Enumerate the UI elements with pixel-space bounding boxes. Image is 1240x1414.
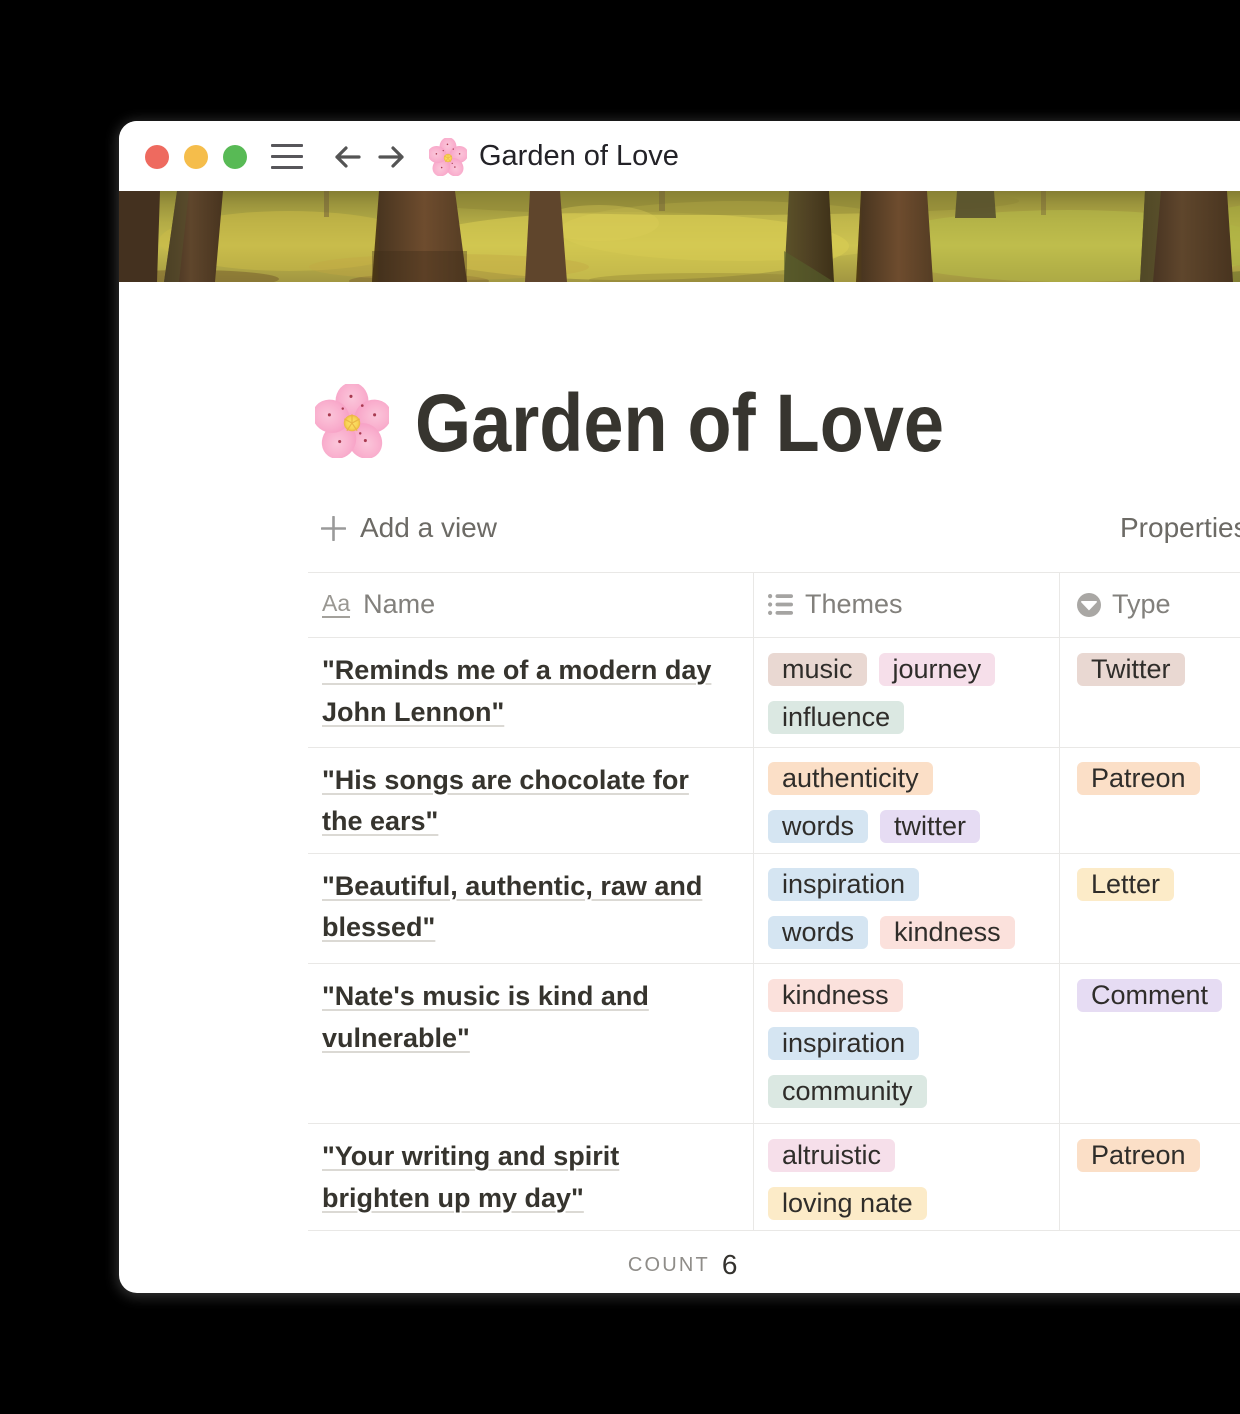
- svg-text:Garden of Love: Garden of Love: [415, 389, 944, 469]
